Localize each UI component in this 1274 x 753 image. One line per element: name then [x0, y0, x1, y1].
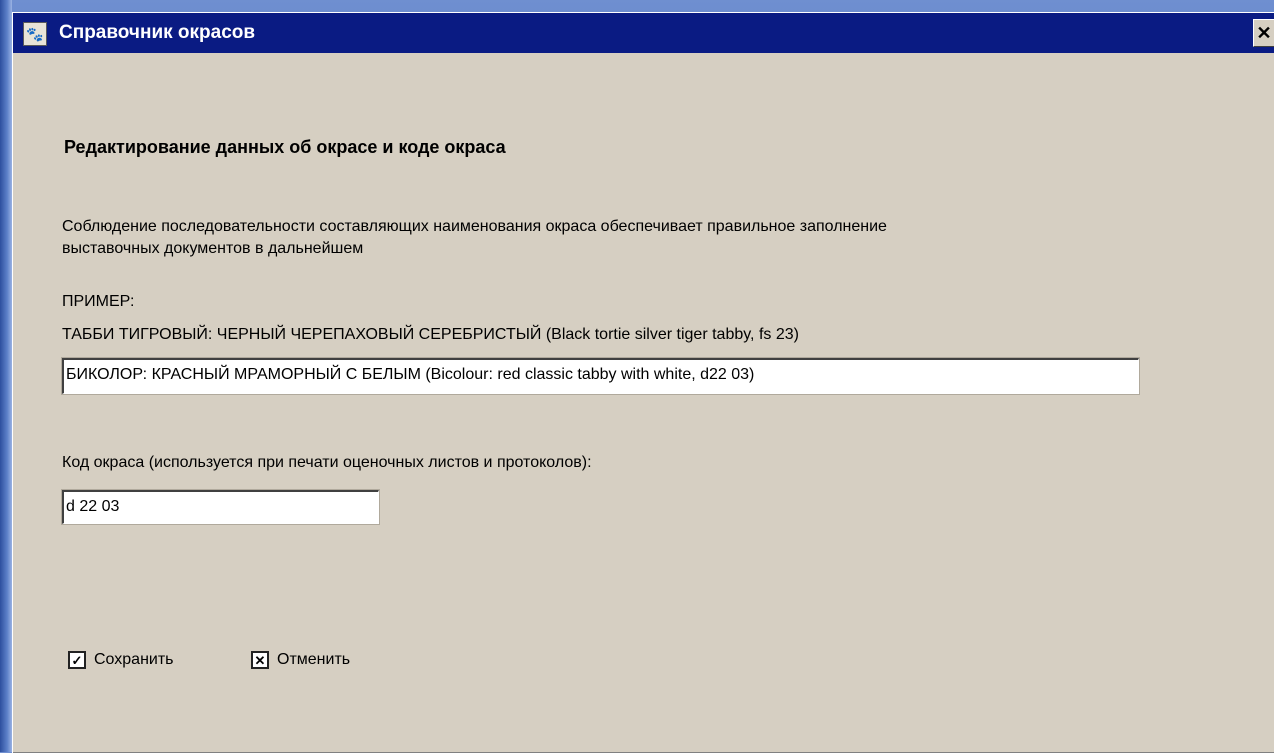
- desktop-edge: [0, 0, 12, 752]
- color-code-label: Код окраса (используется при печати оцен…: [62, 454, 592, 471]
- dialog-window: 🐾 Справочник окрасов ✕ Редактирование да…: [12, 12, 1274, 753]
- window-title: Справочник окрасов: [59, 22, 256, 43]
- color-code-input[interactable]: d 22 03: [62, 490, 379, 524]
- example-label: ПРИМЕР:: [62, 293, 135, 310]
- title-bar[interactable]: 🐾 Справочник окрасов ✕: [13, 13, 1274, 53]
- close-icon: ✕: [1256, 22, 1272, 43]
- form-description: Соблюдение последовательности составляющ…: [62, 218, 887, 257]
- example-text: ТАББИ ТИГРОВЫЙ: ЧЕРНЫЙ ЧЕРЕПАХОВЫЙ СЕРЕБ…: [62, 326, 799, 343]
- cancel-button[interactable]: ✕ Отменить: [251, 651, 350, 669]
- cancel-button-label: Отменить: [277, 651, 351, 668]
- save-button-label: Сохранить: [94, 651, 174, 668]
- form-heading: Редактирование данных об окрасе и коде о…: [64, 137, 506, 157]
- save-button[interactable]: ✓ Сохранить: [68, 651, 174, 669]
- x-mark-icon: ✕: [251, 651, 269, 669]
- color-name-input[interactable]: БИКОЛОР: КРАСНЫЙ МРАМОРНЫЙ С БЕЛЫМ (Bico…: [62, 358, 1139, 394]
- checkmark-icon: ✓: [68, 651, 86, 669]
- paw-icon: 🐾: [23, 22, 47, 46]
- close-button[interactable]: ✕: [1253, 19, 1274, 47]
